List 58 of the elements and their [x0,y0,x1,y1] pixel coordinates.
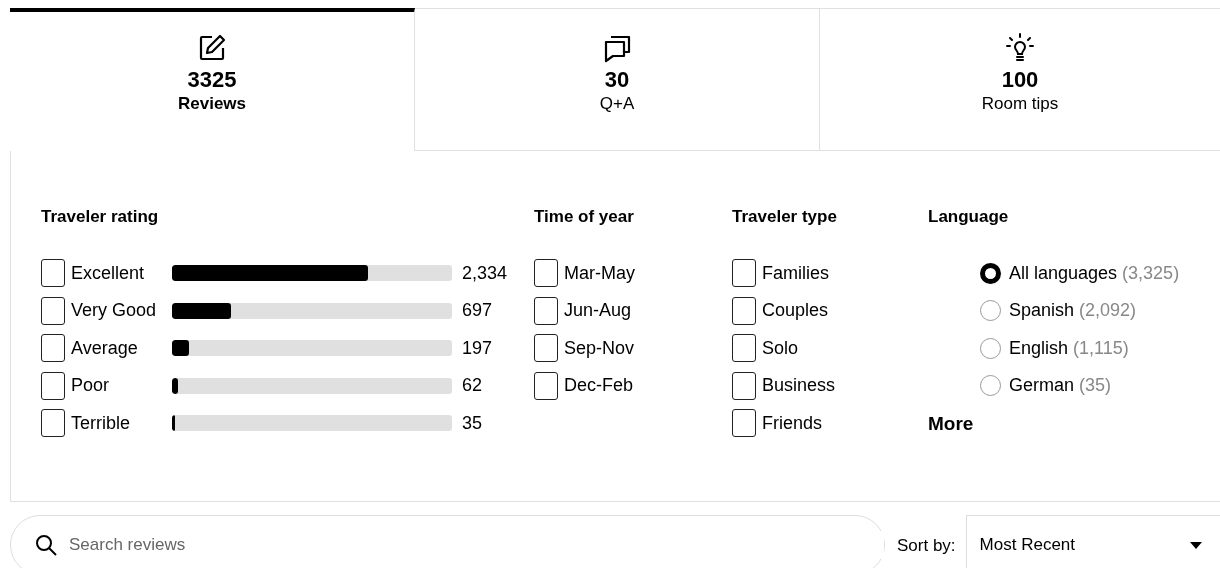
checkbox-label[interactable]: Dec-Feb [564,372,634,400]
language-option[interactable]: Spanish (2,092) [1009,297,1137,325]
checkbox-label[interactable]: Jun-Aug [564,297,632,325]
sort-label: Sort by: [897,535,956,557]
checkbox[interactable] [41,259,65,288]
tab-label: Reviews [177,93,246,116]
checkbox-label[interactable]: Friends [762,409,823,437]
language-option[interactable]: English (1,115) [1009,334,1129,362]
chat-icon [602,33,632,63]
checkbox[interactable] [41,409,65,438]
sort-dropdown[interactable]: Most Recent [965,515,1220,568]
checkbox-label[interactable]: Excellent [71,259,145,287]
checkbox[interactable] [41,371,65,400]
rating-count: 197 [462,336,494,360]
review-count: 3325 [187,67,237,94]
edit-icon [197,33,227,63]
checkbox[interactable] [41,334,65,363]
checkbox-label[interactable]: Sep-Nov [564,334,635,362]
checkbox[interactable] [534,259,558,288]
tab[interactable]: 100 Room tips [820,8,1220,151]
checkbox[interactable] [732,259,756,288]
checkbox-label[interactable]: Average [71,334,138,362]
search-icon [35,534,57,556]
rating-count: 697 [462,299,494,323]
checkbox[interactable] [534,334,558,363]
checkbox-label[interactable]: Poor [71,372,110,400]
checkbox-label[interactable]: Couples [762,297,829,325]
rating-count: 62 [462,374,484,398]
checkbox-label[interactable]: Families [762,259,829,287]
checkbox-label[interactable]: Mar-May [564,259,635,287]
checkbox[interactable] [732,409,756,438]
checkbox[interactable] [732,334,756,363]
filter-heading: Traveler rating [41,207,160,228]
checkbox[interactable] [534,296,558,325]
checkbox[interactable] [732,371,756,400]
tab-label: Q+A [599,93,635,116]
checkbox[interactable] [41,296,65,325]
filter-heading: Traveler type [732,207,838,228]
filter-heading: Language [928,207,1010,228]
checkbox[interactable] [732,296,756,325]
review-count: 100 [1001,67,1039,94]
tab-label: Room tips [981,93,1059,116]
lightbulb-icon [1006,33,1034,63]
checkbox-label[interactable]: Business [762,372,836,400]
tab[interactable]: 3325 Reviews [10,8,415,151]
review-count: 30 [604,67,630,94]
rating-count: 35 [462,411,484,435]
tab[interactable]: 30 Q+A [415,8,820,151]
checkbox-label[interactable]: Very Good [71,297,157,325]
language-option[interactable]: All languages (3,325) [1009,259,1180,287]
filter-heading: Time of year [534,207,635,228]
language-option[interactable]: German (35) [1009,372,1112,400]
rating-count: 2,334 [462,261,509,285]
radio-button[interactable] [980,262,1001,284]
more-link[interactable]: More [928,410,1180,439]
checkbox-label[interactable]: Solo [762,334,799,362]
checkbox-label[interactable]: Terrible [71,409,131,437]
checkbox[interactable] [534,371,558,400]
